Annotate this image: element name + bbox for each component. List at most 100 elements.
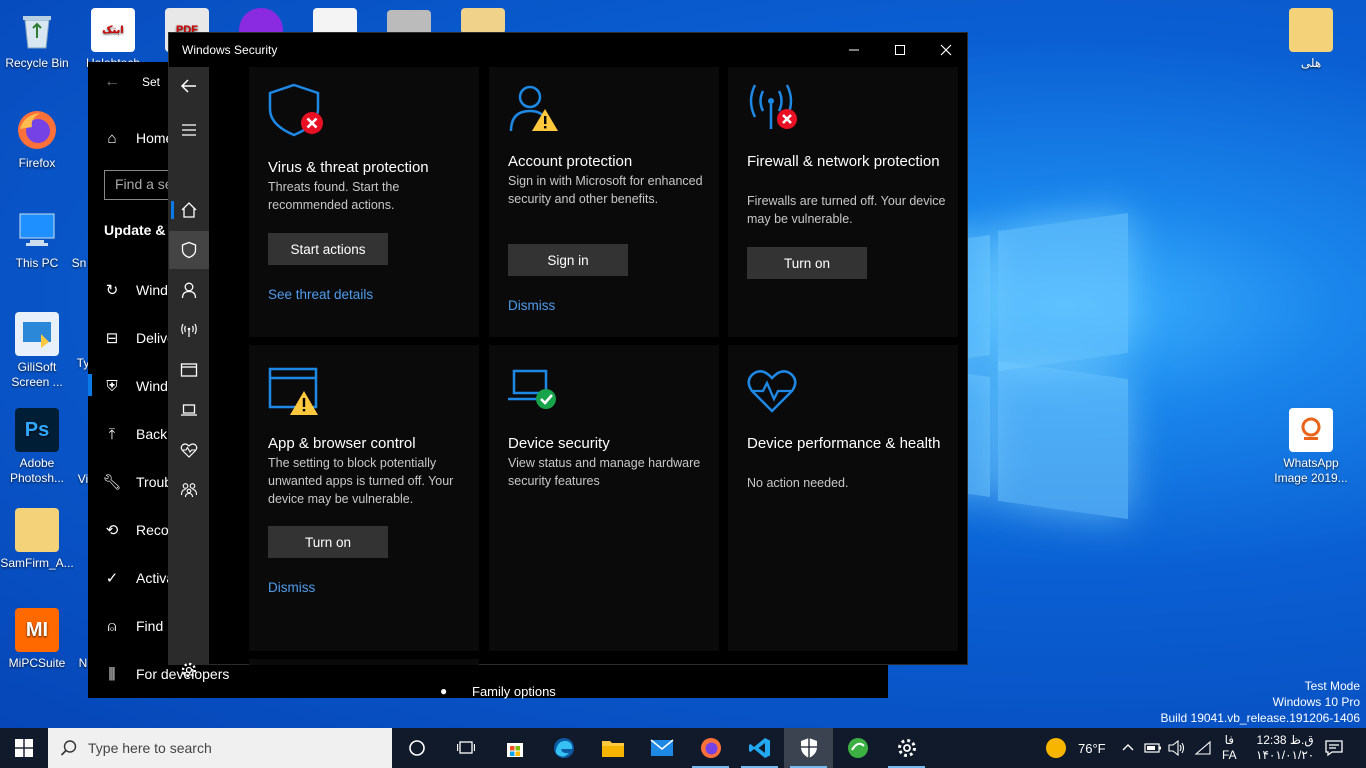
nav-virus-protection[interactable] [169,231,209,269]
settings-nav-backup[interactable]: ⤒ Backu [102,422,175,446]
network-button[interactable] [1194,728,1212,768]
security-dashboard: Virus & threat protection Threats found.… [249,67,969,665]
app-browser-turn-on-button[interactable]: Turn on [268,526,388,558]
gear-icon [897,739,916,757]
search-icon [60,740,77,756]
edge-icon [553,738,574,758]
app-browser-dismiss-link[interactable]: Dismiss [268,580,315,595]
archive-icon [461,8,505,34]
folder-icon [15,508,59,552]
firewall-turn-on-button[interactable]: Turn on [747,247,867,279]
sun-icon [1046,738,1066,758]
action-center-button[interactable] [1324,728,1344,768]
desktop-icon-recycle-bin[interactable]: Recycle Bin [0,8,74,71]
back-arrow-icon[interactable]: ← [104,73,120,91]
taskbar-mail[interactable] [637,728,686,768]
firewall-tile-title: Firewall & network protection [747,153,940,170]
desktop: Recycle Bin ابتک Halabtech PDF Firefox T… [0,0,1366,728]
weather-widget[interactable]: 76°F [1046,728,1106,768]
taskbar-file-explorer[interactable] [588,728,637,768]
desktop-icon-samfirm[interactable]: SamFirm_A... [0,508,74,571]
minimize-button[interactable] [831,33,877,67]
maximize-button[interactable] [877,33,923,67]
nav-settings[interactable] [169,651,209,689]
clock[interactable]: 12:38 ق.ظ ۱۴۰۱/۰۱/۲۰ [1256,728,1314,768]
see-threat-details-link[interactable]: See threat details [268,287,373,302]
taskbar-app-green[interactable] [833,728,882,768]
settings-section-heading: Update & [104,222,166,238]
search-placeholder: Type here to search [88,740,212,756]
mail-icon [650,739,673,756]
nav-device-performance[interactable] [169,431,209,469]
settings-nav-home[interactable]: ⌂ Home [102,126,173,150]
cortana-button[interactable] [392,728,441,768]
taskbar-search-box[interactable]: Type here to search [48,728,392,768]
desktop-icon-folder-rtl[interactable]: هلی [1274,8,1348,71]
volume-button[interactable] [1168,728,1186,768]
wrench-icon: 🔧︎ [102,474,122,491]
start-actions-button[interactable]: Start actions [268,233,388,265]
taskbar-vscode[interactable] [735,728,784,768]
mi-icon: MI [15,608,59,652]
person-icon [181,282,197,299]
desktop-icon-mipcsuite[interactable]: MI MiPCSuite [0,608,74,671]
nav-selected-indicator [171,201,174,219]
settings-nav-recovery[interactable]: ⟲ Recov [102,518,176,542]
desktop-icon-gilisoft[interactable]: GiliSoft Screen ... [0,312,74,390]
nav-app-browser[interactable] [169,351,209,389]
heart-pulse-icon [747,367,805,422]
tile-device-performance-health: Device performance & health No action ne… [728,345,958,651]
taskbar-edge[interactable] [539,728,588,768]
task-view-button[interactable] [441,728,490,768]
nav-device-security[interactable] [169,391,209,429]
virus-tile-description: Threats found. Start the recommended act… [268,180,400,212]
device-security-tile-title: Device security [508,435,610,452]
settings-nav-windows-security[interactable]: ⛨ Wind [102,374,168,398]
backup-icon: ⤒ [108,425,116,443]
green-app-icon [847,738,868,758]
hamburger-menu-button[interactable] [169,111,209,149]
taskbar-settings[interactable] [882,728,931,768]
taskbar-store[interactable] [490,728,539,768]
account-dismiss-link[interactable]: Dismiss [508,298,555,313]
battery-button[interactable] [1144,728,1162,768]
family-options-label: Family options [472,684,556,699]
start-button[interactable] [0,728,48,768]
show-hidden-icons-button[interactable] [1120,728,1136,768]
nav-firewall[interactable] [169,311,209,349]
nav-account-protection[interactable] [169,271,209,309]
settings-nav-troubleshoot[interactable]: 🔧︎ Troub [102,470,172,494]
settings-nav-delivery[interactable]: ⊟ Delive [102,326,175,350]
nav-family-options[interactable] [169,471,209,509]
selection-indicator [88,374,92,396]
taskbar-windows-security[interactable] [784,728,833,768]
clock-date: ۱۴۰۱/۰۱/۲۰ [1256,748,1315,762]
vscode-icon [748,738,770,758]
weather-temperature: 76°F [1078,740,1106,756]
test-mode-watermark: Test Mode Windows 10 Pro Build 19041.vb_… [1160,679,1361,725]
settings-nav-windows-update[interactable]: ↻ Wind [102,278,168,302]
account-tile-title: Account protection [508,153,633,170]
halabtech-icon: ابتک [91,8,135,52]
network-icon [1194,740,1211,755]
laptop-icon [181,404,197,416]
desktop-icon-this-pc[interactable]: This PC [0,208,74,271]
tile-family-options-partial [249,659,479,665]
tile-firewall-network-protection: Firewall & network protection Firewalls … [728,67,958,337]
desktop-icon-firefox[interactable]: Firefox [0,108,74,171]
language-indicator[interactable]: فا FA [1222,728,1237,768]
taskbar-firefox[interactable] [686,728,735,768]
computer-icon [15,208,59,252]
settings-nav-activation[interactable]: ✓ Activa [102,566,174,590]
network-error-icon [747,83,805,138]
close-button[interactable] [923,33,969,67]
recycle-bin-label: Recycle Bin [5,56,69,70]
clock-time: 12:38 ق.ظ [1256,733,1314,747]
nav-home[interactable] [169,191,209,229]
desktop-icon-whatsapp-image[interactable]: WhatsApp Image 2019... [1274,408,1348,486]
settings-nav-find-device[interactable]: ⍝ Find r [102,614,171,638]
desktop-icon-photoshop[interactable]: Ps Adobe Photosh... [0,408,74,486]
sign-in-button[interactable]: Sign in [508,244,628,276]
back-button[interactable] [169,67,209,105]
settings-nav-for-developers[interactable]: ⫼ For developers [102,662,230,686]
